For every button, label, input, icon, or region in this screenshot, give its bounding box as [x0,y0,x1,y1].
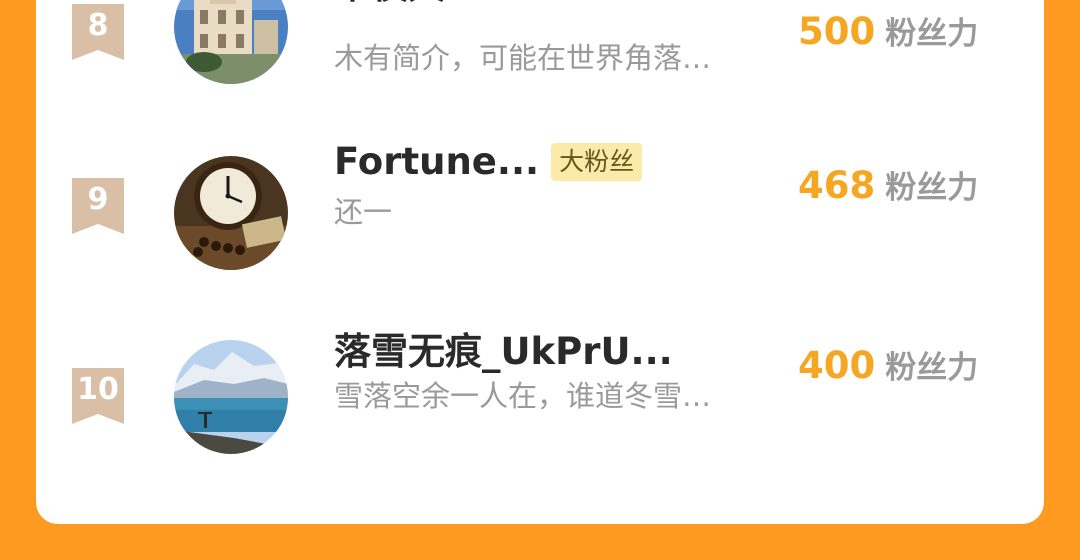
avatar[interactable] [174,340,288,454]
avatar[interactable] [174,156,288,270]
rank-ribbon-icon: 9 [72,178,124,234]
score-unit: 粉丝力 [885,16,979,52]
big-fan-badge: 大粉丝 [551,143,643,181]
rank-number: 9 [87,182,109,217]
rank-ribbon-icon: 10 [72,368,124,424]
fan-power-score: 500 粉丝力 [798,8,978,56]
user-intro: 还一 [334,195,393,229]
list-item[interactable]: 9 Fortune... 大粉丝 还一 468 粉丝力 [36,140,1044,300]
rank-number: 10 [77,372,119,407]
score-value: 500 [798,10,876,53]
user-name[interactable]: 不夜天の [334,0,482,10]
avatar[interactable] [174,0,288,84]
rank-number: 8 [87,8,109,43]
score-value: 400 [798,344,876,387]
score-value: 468 [798,164,876,207]
list-item[interactable]: 10 落雪无痕_UkPrU... 雪落空余一人在，谁道冬雪… 400 粉丝力 [36,330,1044,484]
rank-ribbon-icon: 8 [72,4,124,60]
user-name[interactable]: Fortune... [334,138,539,186]
score-unit: 粉丝力 [885,350,979,386]
fan-power-score: 400 粉丝力 [798,342,978,390]
user-name[interactable]: 落雪无痕_UkPrU... [334,328,673,376]
fan-power-score: 468 粉丝力 [798,162,978,210]
list-item[interactable]: 8 不夜天の 木有简介，可能在世界角落… [36,0,1044,120]
ranking-card: 8 不夜天の 木有简介，可能在世界角落… [36,0,1044,524]
user-intro: 木有简介，可能在世界角落… [334,41,712,75]
user-intro: 雪落空余一人在，谁道冬雪… [334,379,712,413]
score-unit: 粉丝力 [885,170,979,206]
